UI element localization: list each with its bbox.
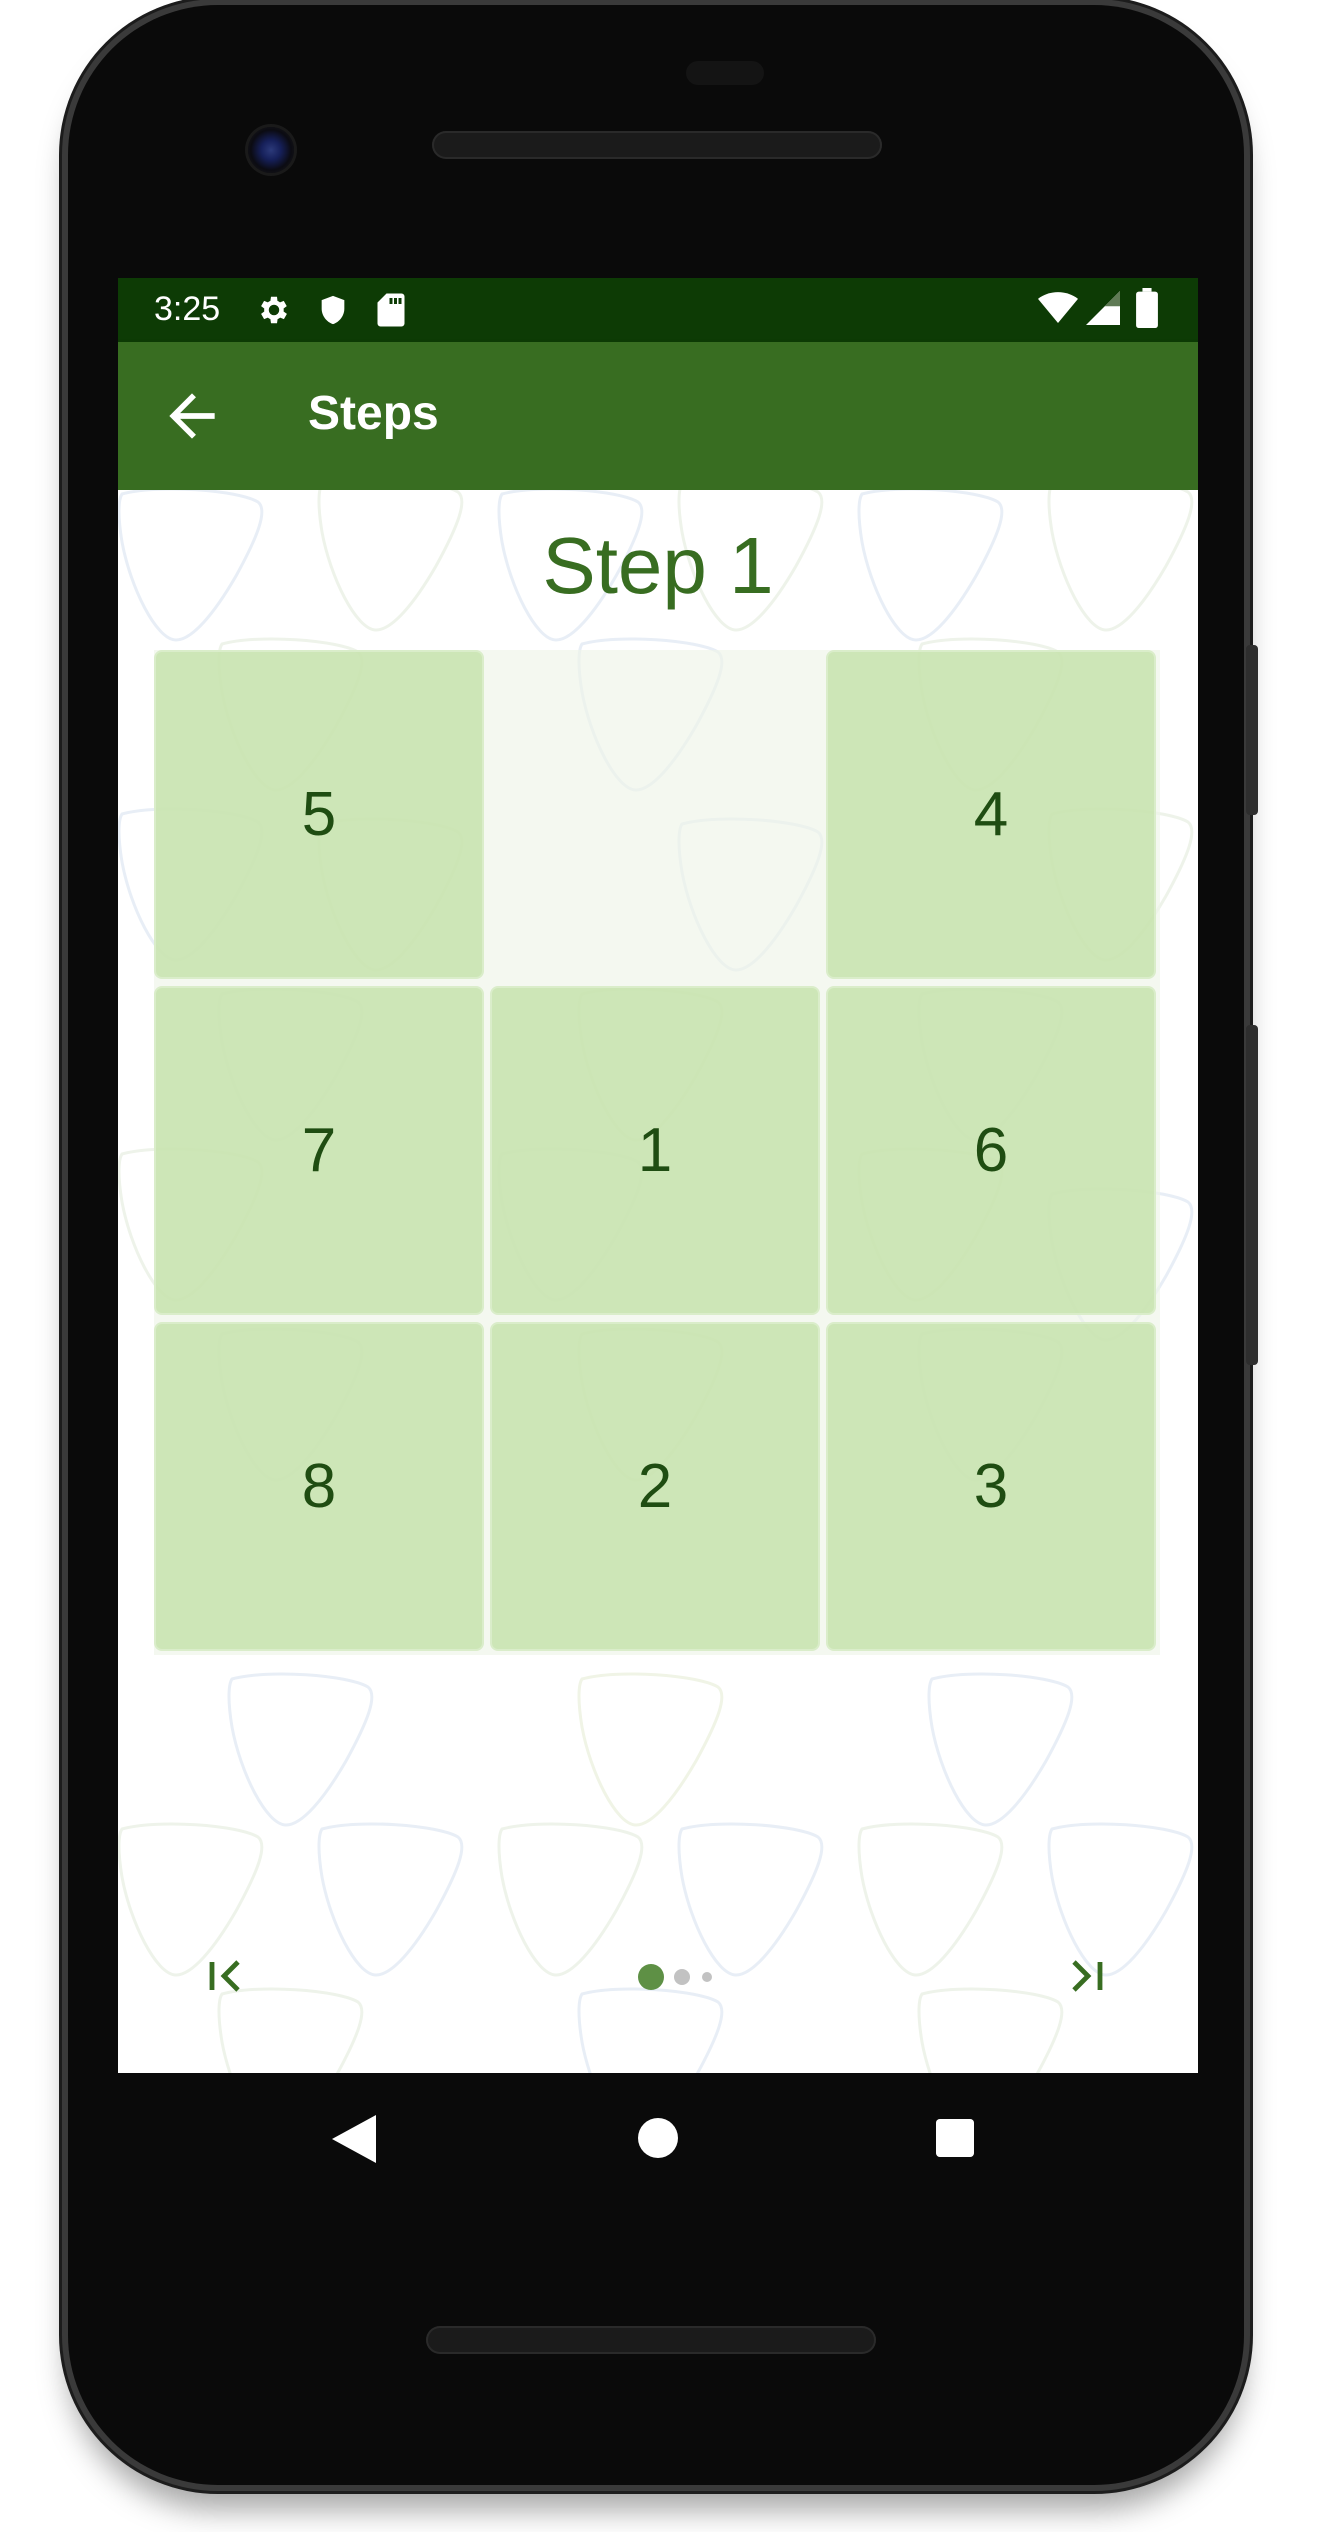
page-indicator [638,1963,738,1993]
nav-back-icon[interactable] [332,2115,376,2168]
sd-card-icon [376,292,406,333]
skip-to-first-icon [202,1952,250,2005]
bottom-speaker [426,2326,876,2354]
page-title: Steps [308,387,439,440]
front-camera [248,127,294,173]
back-button[interactable] [158,382,226,450]
cell-signal-icon [1086,290,1120,331]
page-dot[interactable] [702,1972,712,1982]
status-time: 3:25 [154,290,221,328]
wifi-icon [1038,290,1078,331]
volume-button [1246,1025,1258,1365]
last-step-button[interactable] [1046,1938,1126,2018]
proximity-sensor [686,61,764,85]
content-area: Step 1 5 4 7 1 6 8 2 3 [118,490,1198,2073]
arrow-left-icon [158,393,226,454]
page-dot-active[interactable] [638,1964,664,1990]
first-step-button[interactable] [186,1938,266,2018]
step-heading: Step 1 [542,521,774,610]
puzzle-tile[interactable]: 7 [154,986,484,1315]
status-bar: 3:25 [118,278,1198,342]
page-dot[interactable] [674,1969,690,1985]
puzzle-tile[interactable]: 1 [490,986,820,1315]
puzzle-tile[interactable]: 3 [826,1322,1156,1651]
power-button [1246,645,1258,815]
skip-to-last-icon [1062,1952,1110,2005]
puzzle-tile[interactable]: 5 [154,650,484,979]
nav-home-icon[interactable] [638,2118,678,2163]
battery-icon [1136,288,1158,333]
nav-recents-icon[interactable] [936,2119,974,2162]
puzzle-tile[interactable]: 6 [826,986,1156,1315]
app-bar: Steps [118,342,1198,490]
puzzle-tile[interactable]: 2 [490,1322,820,1651]
earpiece-speaker [432,131,882,159]
shield-icon [316,292,350,333]
puzzle-board: 5 4 7 1 6 8 2 3 [154,650,1160,1655]
screen: 3:25 Steps Step 1 5 4 7 1 6 8 2 3 [118,278,1198,2073]
gear-icon [256,292,292,333]
puzzle-tile[interactable]: 4 [826,650,1156,979]
puzzle-tile[interactable]: 8 [154,1322,484,1651]
